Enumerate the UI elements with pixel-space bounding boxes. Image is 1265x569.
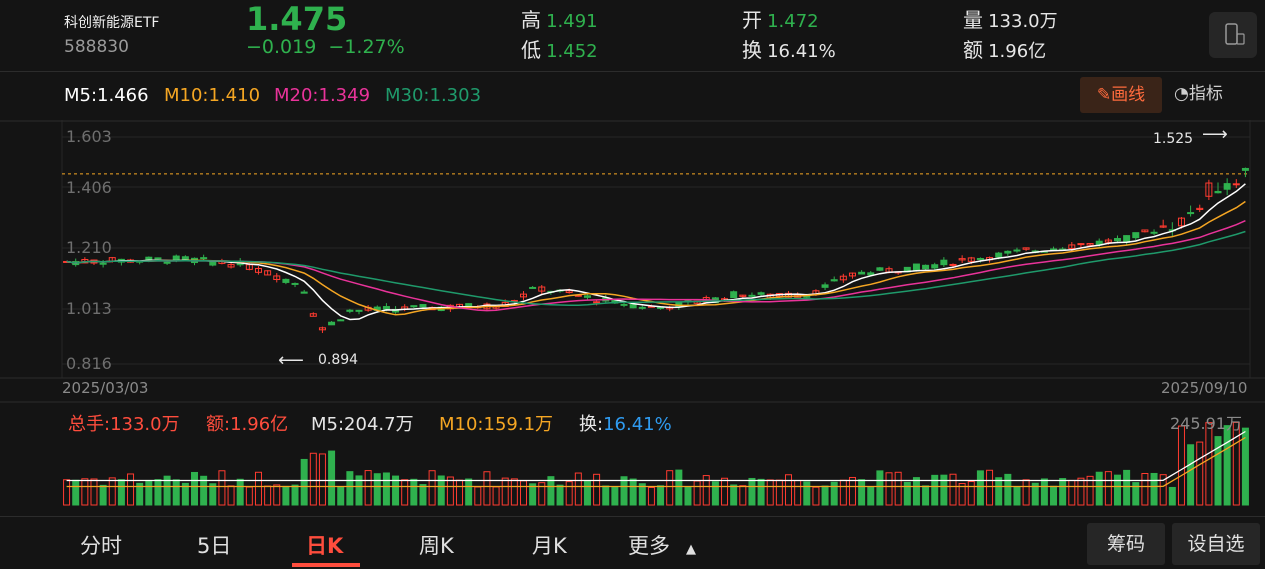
volume-total: 总手:133.0万 — [68, 414, 180, 435]
end-date: 2025/09/10 — [1161, 379, 1248, 397]
tab-weekly-k[interactable]: 周K — [419, 530, 454, 560]
tab-monthly-k[interactable]: 月K — [532, 530, 567, 560]
bottom-divider — [0, 516, 1265, 517]
max-price-label: 1.525 — [1153, 131, 1194, 147]
add-watchlist-button[interactable]: 设自选 — [1172, 523, 1260, 565]
tab-intraday[interactable]: 分时 — [80, 530, 122, 560]
y-tick: 1.210 — [66, 238, 112, 257]
tab-daily-k[interactable]: 日K — [306, 530, 343, 560]
min-price-label: 0.894 — [318, 352, 359, 368]
kline-chart[interactable] — [0, 0, 1265, 569]
volume-ma5: M5:204.7万 — [311, 414, 414, 435]
active-tab-indicator — [292, 563, 360, 567]
volume-max-label: 245.91万 — [1170, 414, 1242, 433]
arrow-right-icon: ⟶ — [1202, 124, 1228, 145]
y-tick: 1.013 — [66, 299, 112, 318]
volume-turnover: 换:16.41% — [579, 414, 672, 435]
y-tick: 0.816 — [66, 354, 112, 373]
y-tick: 1.406 — [66, 178, 112, 197]
volume-amount: 额:1.96亿 — [206, 414, 289, 435]
volume-ma10: M10:159.1万 — [439, 414, 554, 435]
arrow-left-icon: ⟵ — [278, 350, 304, 371]
tab-5day[interactable]: 5日 — [197, 530, 231, 560]
y-tick: 1.603 — [66, 127, 112, 146]
tab-more[interactable]: 更多 ▲ — [628, 530, 696, 560]
chips-button[interactable]: 筹码 — [1087, 523, 1165, 565]
caret-up-icon: ▲ — [686, 542, 696, 557]
start-date: 2025/03/03 — [62, 379, 149, 397]
